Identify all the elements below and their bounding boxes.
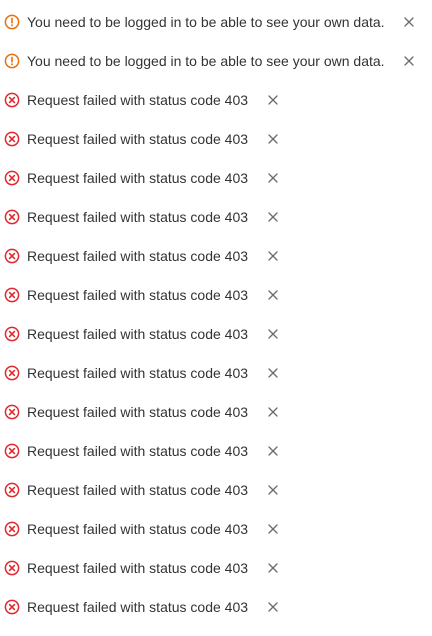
- close-icon: [268, 446, 278, 456]
- notification-close-button[interactable]: [264, 442, 282, 460]
- notification-message: Request failed with status code 403: [27, 131, 249, 147]
- close-icon: [268, 368, 278, 378]
- error-circle-x-icon: [4, 287, 20, 303]
- notification-message: Request failed with status code 403: [27, 209, 249, 225]
- notification-close-button[interactable]: [264, 481, 282, 499]
- notification-error: Request failed with status code 403: [0, 163, 282, 193]
- error-circle-x-icon: [4, 521, 20, 537]
- notification-close-button[interactable]: [264, 91, 282, 109]
- notification-close-button[interactable]: [264, 403, 282, 421]
- notification-close-button[interactable]: [264, 364, 282, 382]
- notification-message: Request failed with status code 403: [27, 404, 249, 420]
- notification-error: Request failed with status code 403: [0, 358, 282, 388]
- notification-close-button[interactable]: [400, 13, 418, 31]
- notification-warning: You need to be logged in to be able to s…: [0, 7, 418, 37]
- close-icon: [268, 485, 278, 495]
- notification-close-button[interactable]: [264, 130, 282, 148]
- error-circle-x-icon: [4, 170, 20, 186]
- notification-error: Request failed with status code 403: [0, 319, 282, 349]
- notification-error: Request failed with status code 403: [0, 436, 282, 466]
- error-circle-x-icon: [4, 482, 20, 498]
- notification-error: Request failed with status code 403: [0, 514, 282, 544]
- close-icon: [268, 407, 278, 417]
- notification-close-button[interactable]: [264, 208, 282, 226]
- close-icon: [268, 524, 278, 534]
- notification-message: Request failed with status code 403: [27, 599, 249, 615]
- close-icon: [268, 212, 278, 222]
- notification-message: Request failed with status code 403: [27, 482, 249, 498]
- notification-close-button[interactable]: [264, 325, 282, 343]
- notification-close-button[interactable]: [264, 559, 282, 577]
- error-circle-x-icon: [4, 365, 20, 381]
- notification-error: Request failed with status code 403: [0, 202, 282, 232]
- close-icon: [268, 173, 278, 183]
- warning-circle-icon: [4, 14, 20, 30]
- notification-error: Request failed with status code 403: [0, 124, 282, 154]
- notification-error: Request failed with status code 403: [0, 85, 282, 115]
- close-icon: [268, 251, 278, 261]
- notification-close-button[interactable]: [264, 520, 282, 538]
- notification-message: Request failed with status code 403: [27, 443, 249, 459]
- error-circle-x-icon: [4, 92, 20, 108]
- notification-error: Request failed with status code 403: [0, 475, 282, 505]
- error-circle-x-icon: [4, 326, 20, 342]
- close-icon: [403, 56, 414, 66]
- notification-message: Request failed with status code 403: [27, 92, 249, 108]
- notification-message: Request failed with status code 403: [27, 326, 249, 342]
- notification-close-button[interactable]: [400, 52, 418, 70]
- notification-error: Request failed with status code 403: [0, 553, 282, 583]
- notification-message: Request failed with status code 403: [27, 248, 249, 264]
- notification-close-button[interactable]: [264, 247, 282, 265]
- warning-circle-icon: [4, 53, 20, 69]
- close-icon: [403, 17, 414, 27]
- notification-error: Request failed with status code 403: [0, 280, 282, 310]
- close-icon: [268, 602, 278, 612]
- notification-close-button[interactable]: [264, 169, 282, 187]
- notification-error: Request failed with status code 403: [0, 592, 282, 622]
- notification-error: Request failed with status code 403: [0, 397, 282, 427]
- notification-message: You need to be logged in to be able to s…: [27, 14, 385, 30]
- notification-message: Request failed with status code 403: [27, 521, 249, 537]
- error-circle-x-icon: [4, 599, 20, 615]
- error-circle-x-icon: [4, 560, 20, 576]
- notification-stack: You need to be logged in to be able to s…: [0, 0, 432, 636]
- error-circle-x-icon: [4, 131, 20, 147]
- close-icon: [268, 134, 278, 144]
- notification-error: Request failed with status code 403: [0, 241, 282, 271]
- notification-warning: You need to be logged in to be able to s…: [0, 46, 418, 76]
- notification-message: You need to be logged in to be able to s…: [27, 53, 385, 69]
- notification-close-button[interactable]: [264, 598, 282, 616]
- close-icon: [268, 563, 278, 573]
- notification-message: Request failed with status code 403: [27, 365, 249, 381]
- notification-message: Request failed with status code 403: [27, 560, 249, 576]
- notification-close-button[interactable]: [264, 286, 282, 304]
- error-circle-x-icon: [4, 248, 20, 264]
- notification-message: Request failed with status code 403: [27, 287, 249, 303]
- close-icon: [268, 95, 278, 105]
- error-circle-x-icon: [4, 209, 20, 225]
- error-circle-x-icon: [4, 443, 20, 459]
- error-circle-x-icon: [4, 404, 20, 420]
- close-icon: [268, 329, 278, 339]
- notification-message: Request failed with status code 403: [27, 170, 249, 186]
- close-icon: [268, 290, 278, 300]
